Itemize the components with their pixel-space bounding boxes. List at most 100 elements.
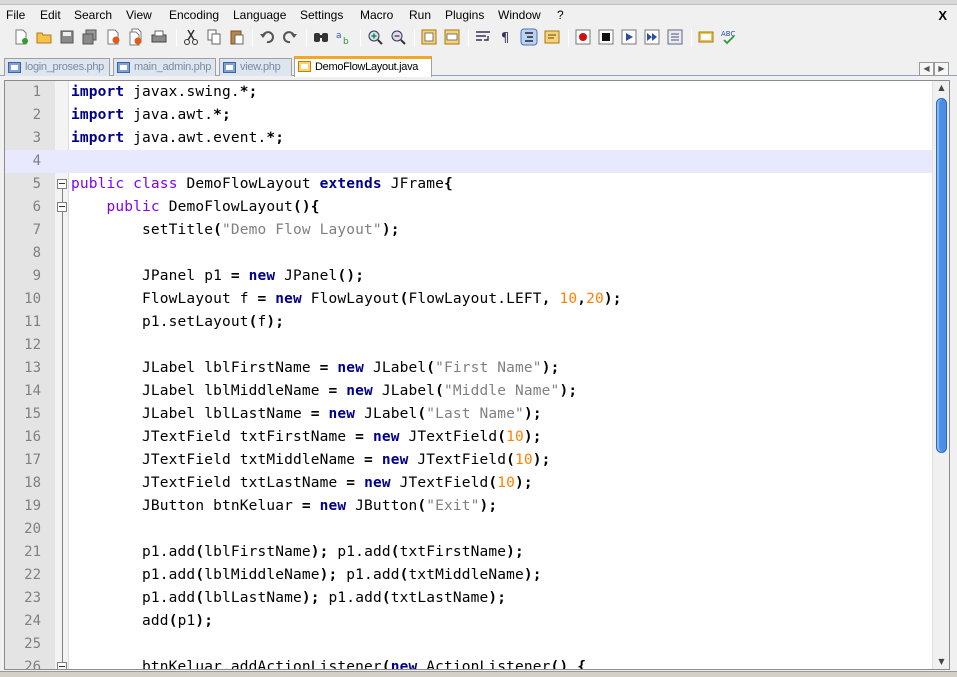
paste-icon[interactable] [228, 28, 246, 46]
line-number: 9 [32, 268, 41, 284]
copy-icon[interactable] [205, 28, 223, 46]
tab-view[interactable]: view.php [219, 58, 292, 76]
record-macro-icon[interactable] [574, 28, 592, 46]
play-macro-icon[interactable] [620, 28, 638, 46]
menu-search[interactable]: Search [74, 8, 112, 22]
code-line: 7 setTitle("Demo Flow Layout"); [5, 219, 933, 242]
new-file-icon[interactable] [12, 28, 30, 46]
current-line: 4 [5, 150, 933, 173]
save-icon[interactable] [58, 28, 76, 46]
line-number: 13 [24, 360, 41, 376]
line-number: 16 [24, 429, 41, 445]
line-number: 17 [24, 452, 41, 468]
vertical-scrollbar[interactable]: ▲ ▼ [932, 81, 949, 669]
line-text: add(p1); [71, 613, 214, 629]
line-text: import java.awt.event.*; [71, 130, 285, 146]
saved-file-icon [223, 62, 236, 73]
save-macro-icon[interactable] [666, 28, 684, 46]
scrollbar-thumb[interactable] [936, 98, 947, 453]
line-number: 12 [24, 337, 41, 353]
line-number: 26 [24, 659, 41, 670]
indent-guide-icon[interactable] [520, 28, 538, 46]
tab-main-admin[interactable]: main_admin.php [113, 58, 216, 76]
zoom-out-icon[interactable] [389, 28, 407, 46]
fold-toggle-icon[interactable] [57, 179, 67, 189]
code-line: 19 JButton btnKeluar = new JButton("Exit… [5, 495, 933, 518]
code-line: 9 JPanel p1 = new JPanel(); [5, 265, 933, 288]
line-text: p1.add(lblFirstName); p1.add(txtFirstNam… [71, 544, 524, 560]
tab-label: login_proses.php [25, 61, 104, 73]
print-icon[interactable] [150, 28, 168, 46]
menu-language[interactable]: Language [233, 8, 286, 22]
function-list-icon[interactable] [697, 28, 715, 46]
code-lines[interactable]: 1 import javax.swing.*; 2 import java.aw… [5, 81, 933, 669]
spell-check-icon[interactable]: ABC [720, 28, 738, 46]
code-line: 16 JTextField txtFirstName = new JTextFi… [5, 426, 933, 449]
menu-plugins[interactable]: Plugins [445, 8, 484, 22]
replace-icon[interactable]: ab [335, 28, 353, 46]
code-line: 25 [5, 633, 933, 656]
line-text: import java.awt.*; [71, 107, 231, 123]
line-number: 25 [24, 636, 41, 652]
tab-login-proses[interactable]: login_proses.php [4, 58, 110, 76]
line-number: 8 [32, 245, 41, 261]
line-number: 5 [32, 176, 41, 192]
code-line: 3 import java.awt.event.*; [5, 127, 933, 150]
tab-scroll-right-icon[interactable]: ▶ [934, 62, 949, 76]
menu-macro[interactable]: Macro [360, 8, 393, 22]
show-all-characters-icon[interactable]: ¶ [497, 28, 515, 46]
fold-toggle-icon[interactable] [57, 662, 67, 669]
tab-scroll-buttons: ◀ ▶ [919, 60, 951, 76]
scroll-down-icon[interactable]: ▼ [934, 655, 949, 669]
sync-horizontal-icon[interactable] [443, 28, 461, 46]
tab-scroll-left-icon[interactable]: ◀ [919, 62, 934, 76]
code-line: 21 p1.add(lblFirstName); p1.add(txtFirst… [5, 541, 933, 564]
menu-encoding[interactable]: Encoding [169, 8, 219, 22]
find-icon[interactable] [312, 28, 330, 46]
line-text: public DemoFlowLayout(){ [106, 199, 320, 215]
line-number: 14 [24, 383, 41, 399]
menu-view[interactable]: View [126, 8, 152, 22]
menu-edit[interactable]: Edit [40, 8, 61, 22]
line-text: import javax.swing.*; [71, 84, 258, 100]
menu-settings[interactable]: Settings [300, 8, 343, 22]
word-wrap-icon[interactable] [474, 28, 492, 46]
line-number: 15 [24, 406, 41, 422]
run-macro-multiple-icon[interactable] [643, 28, 661, 46]
close-document-button[interactable]: X [938, 8, 947, 23]
menu-file[interactable]: File [6, 8, 25, 22]
code-editor[interactable]: 1 import javax.swing.*; 2 import java.aw… [4, 80, 950, 670]
line-number: 10 [24, 291, 41, 307]
open-file-icon[interactable] [35, 28, 53, 46]
svg-text:b: b [343, 37, 349, 46]
fold-toggle-icon[interactable] [57, 202, 67, 212]
zoom-in-icon[interactable] [366, 28, 384, 46]
line-text: JLabel lblFirstName = new JLabel("First … [71, 360, 560, 376]
saved-file-icon [8, 62, 21, 73]
cut-icon[interactable] [182, 28, 200, 46]
scroll-up-icon[interactable]: ▲ [934, 81, 949, 95]
undo-icon[interactable] [258, 28, 276, 46]
menu-run[interactable]: Run [409, 8, 431, 22]
stop-recording-icon[interactable] [597, 28, 615, 46]
document-tabs: login_proses.php main_admin.php view.php… [0, 52, 957, 77]
close-file-icon[interactable] [104, 28, 122, 46]
save-all-icon[interactable] [81, 28, 99, 46]
sync-vertical-icon[interactable] [420, 28, 438, 46]
menu-bar: File Edit Search View Encoding Language … [0, 5, 957, 25]
code-line: 12 [5, 334, 933, 357]
line-text: p1.setLayout(f); [71, 314, 285, 330]
line-text: JLabel lblMiddleName = new JLabel("Middl… [71, 383, 578, 399]
code-line: 17 JTextField txtMiddleName = new JTextF… [5, 449, 933, 472]
close-all-icon[interactable] [127, 28, 145, 46]
line-number: 22 [24, 567, 41, 583]
menu-window[interactable]: Window [498, 8, 541, 22]
tab-demoflowlayout[interactable]: DemoFlowLayout.java [294, 56, 432, 77]
line-number: 19 [24, 498, 41, 514]
user-defined-language-icon[interactable] [543, 28, 561, 46]
code-line: 24 add(p1); [5, 610, 933, 633]
code-line: 2 import java.awt.*; [5, 104, 933, 127]
redo-icon[interactable] [281, 28, 299, 46]
menu-help[interactable]: ? [557, 8, 564, 22]
line-number: 18 [24, 475, 41, 491]
